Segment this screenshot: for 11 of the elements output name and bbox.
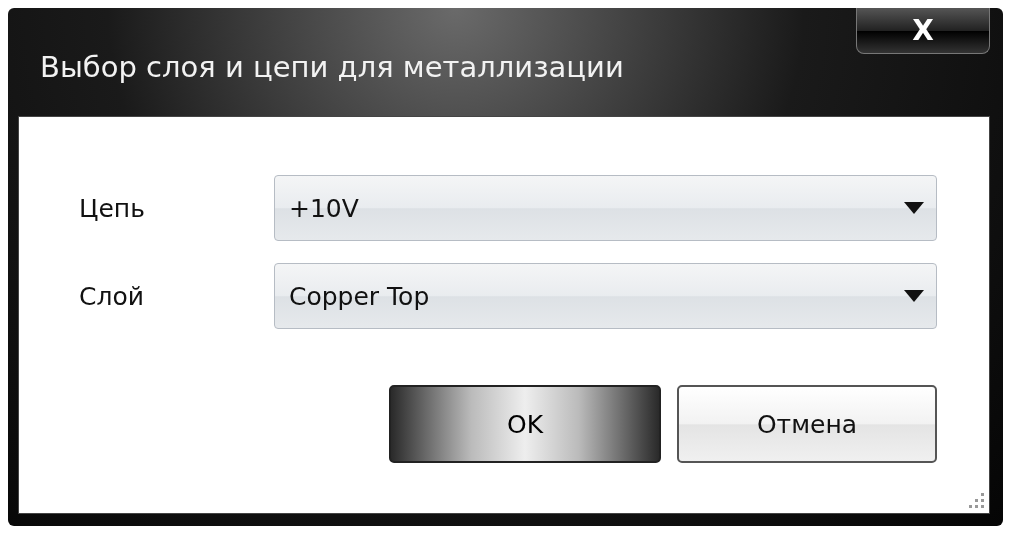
ok-button[interactable]: OK <box>389 385 661 463</box>
cancel-button[interactable]: Отмена <box>677 385 937 463</box>
caret-icon <box>904 290 924 302</box>
field-label: Слой <box>79 281 145 311</box>
field-label: Цепь <box>79 193 146 223</box>
dropdown[interactable]: Copper Top <box>274 263 937 329</box>
dropdown[interactable]: +10V <box>274 175 937 241</box>
close-button[interactable]: X <box>856 8 990 54</box>
caret-icon <box>904 202 924 214</box>
window-title: Выбор слоя и цепи для металлизации <box>40 50 625 84</box>
resize-grip-icon[interactable] <box>969 493 985 509</box>
